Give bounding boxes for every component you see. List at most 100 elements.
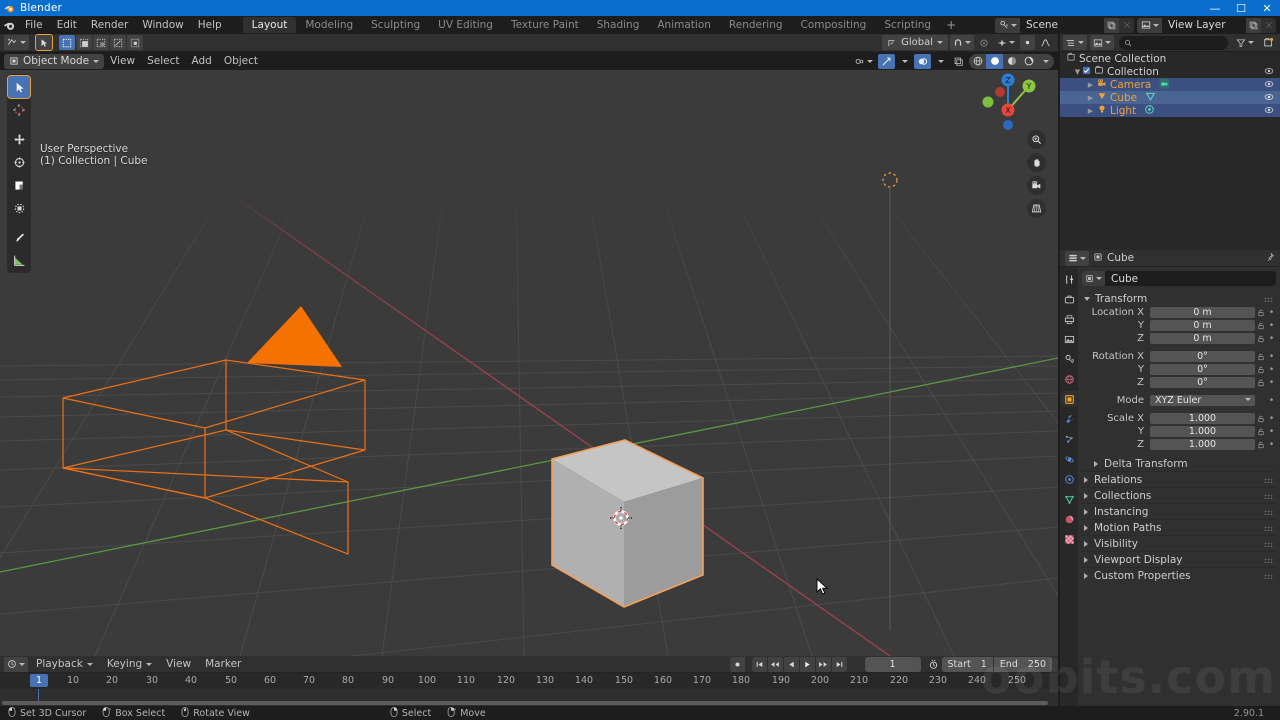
shading-rendered-icon[interactable]: [1020, 54, 1037, 69]
tab-shading[interactable]: Shading: [588, 17, 649, 33]
prop-rotation-z[interactable]: Z 0° •: [1082, 377, 1276, 388]
select-intersect-icon[interactable]: [127, 35, 143, 50]
prop-value[interactable]: 0 m: [1150, 307, 1255, 318]
new-view-layer-icon[interactable]: [1246, 18, 1261, 33]
prop-rotation-x[interactable]: Rotation X 0° •: [1082, 351, 1276, 362]
timeline-menu-playback[interactable]: Playback: [30, 657, 99, 672]
light-data-icon[interactable]: [1144, 104, 1155, 118]
tab-render[interactable]: [1061, 291, 1077, 307]
tab-modifiers[interactable]: [1061, 411, 1077, 427]
tab-tool[interactable]: [1061, 271, 1077, 287]
falloff-curve-icon[interactable]: [1037, 35, 1054, 50]
shading-dropdown-caret[interactable]: [1037, 54, 1054, 69]
overlays-dropdown-caret[interactable]: [933, 54, 948, 69]
panel-visibility[interactable]: Visibility: [1082, 535, 1276, 551]
start-frame-field[interactable]: Start 1: [942, 657, 993, 672]
overlays-icon[interactable]: [914, 54, 931, 69]
shading-wireframe-icon[interactable]: [969, 54, 986, 69]
blender-menu-icon[interactable]: [0, 16, 18, 34]
tab-animation[interactable]: Animation: [648, 17, 720, 33]
panel-relations[interactable]: Relations: [1082, 471, 1276, 487]
viewport-menu-select[interactable]: Select: [141, 54, 185, 69]
perspective-ortho-icon[interactable]: [1027, 199, 1046, 218]
timeline-editor-icon[interactable]: [4, 657, 28, 672]
scene-name[interactable]: Scene: [1020, 18, 1104, 33]
prop-value[interactable]: 1.000: [1150, 413, 1255, 424]
gizmo-icon[interactable]: [878, 54, 895, 69]
prop-location-y[interactable]: Y 0 m •: [1082, 320, 1276, 331]
scene-selector[interactable]: Scene: [995, 18, 1134, 33]
select-extend-icon[interactable]: [76, 35, 92, 50]
outliner-display-icon[interactable]: [1063, 35, 1087, 50]
tab-object-data[interactable]: [1061, 491, 1077, 507]
animate-dot-icon[interactable]: •: [1267, 440, 1276, 450]
panel-instancing[interactable]: Instancing: [1082, 503, 1276, 519]
3d-viewport[interactable]: User Perspective (1) Collection | Cube: [0, 70, 1058, 656]
proportional-edit-icon[interactable]: [976, 35, 992, 50]
jump-to-end-icon[interactable]: [832, 657, 847, 672]
jump-to-start-icon[interactable]: [752, 657, 767, 672]
mode-selector[interactable]: Object Mode: [4, 54, 104, 69]
snap-magnet-icon[interactable]: [950, 35, 974, 50]
prop-scale-z[interactable]: Z 1.000 •: [1082, 439, 1276, 450]
unlink-scene-icon[interactable]: [1119, 18, 1134, 33]
select-invert-icon[interactable]: [110, 35, 126, 50]
rotation-mode-dropdown[interactable]: XYZ Euler: [1150, 395, 1255, 406]
filter-funnel-icon[interactable]: [1233, 35, 1257, 50]
new-scene-icon[interactable]: [1104, 18, 1119, 33]
view-layer-name[interactable]: View Layer: [1162, 18, 1246, 33]
tab-view-layer[interactable]: [1061, 331, 1077, 347]
prop-location-x[interactable]: Location X 0 m •: [1082, 307, 1276, 318]
expander-icon[interactable]: ▶: [1086, 107, 1095, 115]
view-layer-icon[interactable]: [1137, 18, 1162, 33]
tab-scene[interactable]: [1061, 351, 1077, 367]
object-icon[interactable]: [1082, 271, 1105, 286]
tab-output[interactable]: [1061, 311, 1077, 327]
prop-value[interactable]: 1.000: [1150, 439, 1255, 450]
gizmo-dropdown-caret[interactable]: [897, 54, 912, 69]
tweak-tool-icon[interactable]: [8, 76, 30, 98]
move-tool-icon[interactable]: [8, 128, 30, 150]
transform-orientation-dropdown[interactable]: Global: [882, 35, 948, 50]
tab-sculpting[interactable]: Sculpting: [362, 17, 429, 33]
prop-rotation-mode[interactable]: Mode XYZ Euler •: [1082, 395, 1276, 406]
menu-edit[interactable]: Edit: [50, 18, 84, 33]
collection-checkbox[interactable]: [1082, 66, 1091, 78]
menu-render[interactable]: Render: [84, 18, 135, 33]
prop-value[interactable]: 0 m: [1150, 320, 1255, 331]
tab-texture-paint[interactable]: Texture Paint: [502, 17, 588, 33]
show-hide-icon[interactable]: [851, 54, 876, 69]
prop-value[interactable]: 0°: [1150, 377, 1255, 388]
lock-icon[interactable]: [1255, 428, 1267, 436]
tab-scripting[interactable]: Scripting: [875, 17, 940, 33]
prop-value[interactable]: 0 m: [1150, 333, 1255, 344]
menu-help[interactable]: Help: [191, 18, 229, 33]
timeline-menu-keying[interactable]: Keying: [101, 657, 158, 672]
select-set-icon[interactable]: [59, 35, 75, 50]
animate-dot-icon[interactable]: •: [1267, 396, 1276, 406]
viewport-menu-object[interactable]: Object: [218, 54, 264, 69]
object-name-value[interactable]: Cube: [1105, 273, 1138, 285]
xray-toggle-icon[interactable]: [950, 54, 967, 69]
viewport-menu-view[interactable]: View: [104, 54, 141, 69]
outliner-row-cube[interactable]: ▶ Cube: [1060, 91, 1280, 104]
animate-dot-icon[interactable]: •: [1267, 365, 1276, 375]
transform-panel-title[interactable]: Transform: [1082, 291, 1276, 307]
camera-view-icon[interactable]: [1027, 176, 1046, 195]
pan-hand-icon[interactable]: [1027, 153, 1046, 172]
rotate-tool-icon[interactable]: [8, 151, 30, 173]
unlink-view-layer-icon[interactable]: [1261, 18, 1276, 33]
timeline-menu-marker[interactable]: Marker: [199, 657, 247, 672]
shading-material-preview-icon[interactable]: [1003, 54, 1020, 69]
view-layer-selector[interactable]: View Layer: [1137, 18, 1276, 33]
prop-location-z[interactable]: Z 0 m •: [1082, 333, 1276, 344]
animate-dot-icon[interactable]: •: [1267, 378, 1276, 388]
animate-dot-icon[interactable]: •: [1267, 427, 1276, 437]
timeline-editor[interactable]: Playback Keying View Marker: [0, 656, 1058, 706]
tab-uv-editing[interactable]: UV Editing: [429, 17, 502, 33]
timeline-track-area[interactable]: [0, 689, 1058, 706]
snap-toggle-icon[interactable]: [1020, 35, 1035, 50]
tab-constraints[interactable]: [1061, 471, 1077, 487]
properties-editor-icon[interactable]: [1065, 251, 1089, 266]
object-name-field[interactable]: Cube: [1082, 271, 1276, 286]
